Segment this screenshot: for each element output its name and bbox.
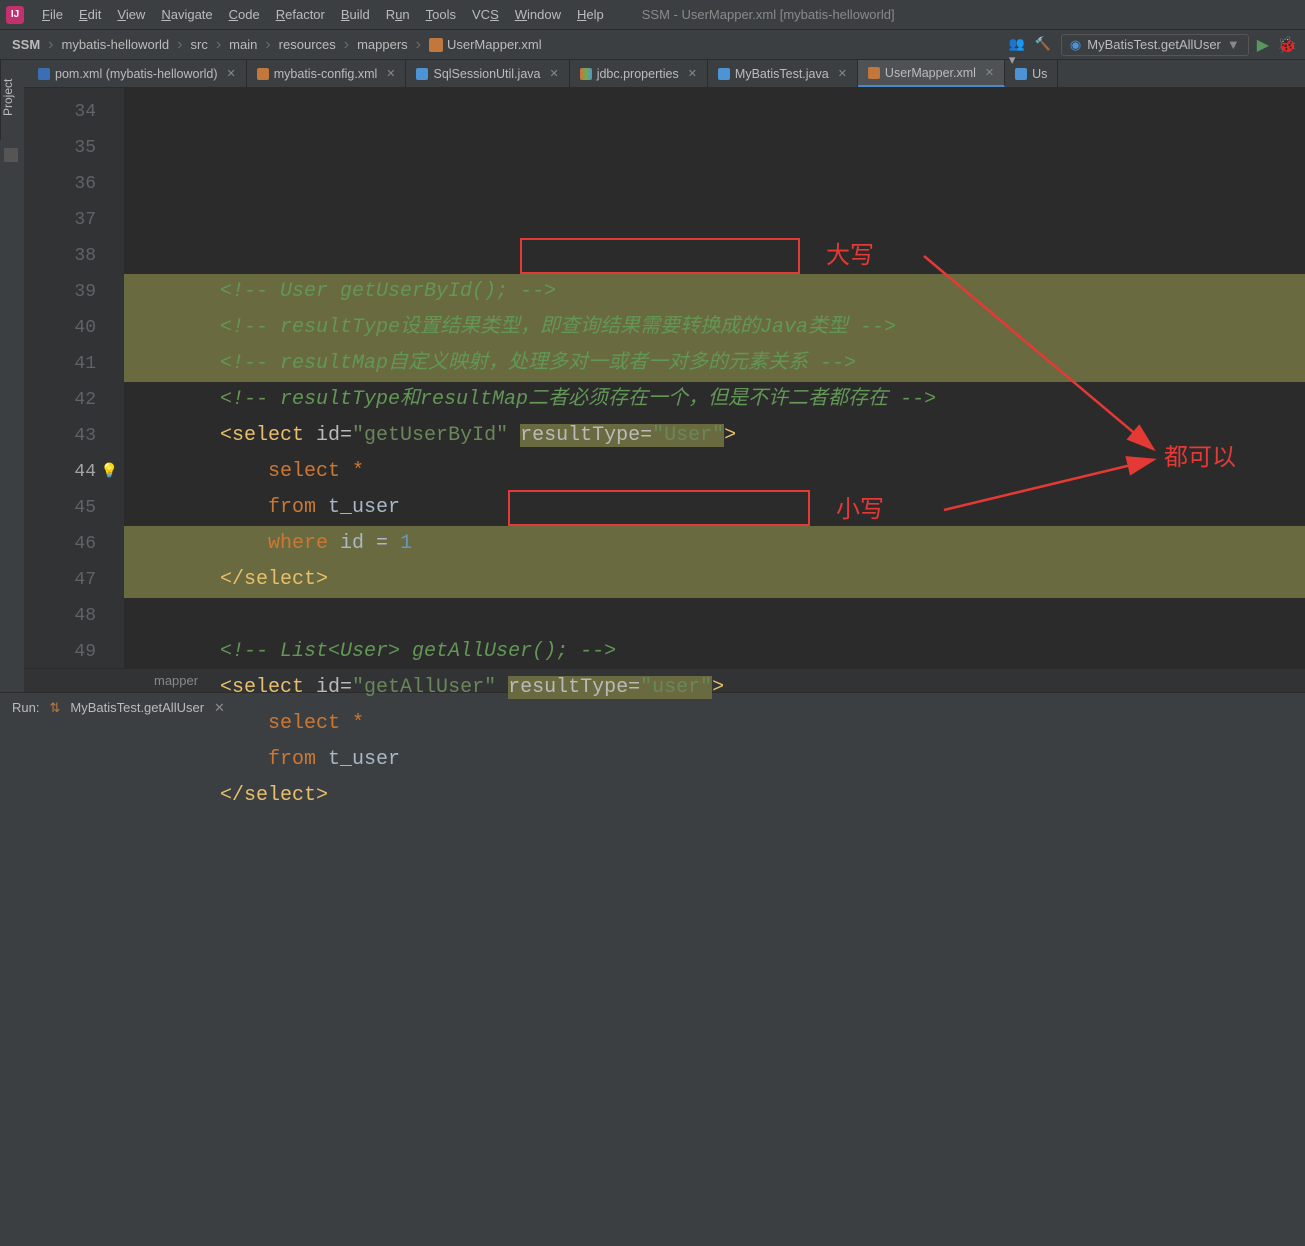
nav-bar: SSM › mybatis-helloworld › src › main › … (0, 30, 1305, 60)
run-button[interactable]: ▶ (1257, 35, 1269, 55)
line-number: 41 (24, 346, 96, 382)
code-line: select * (268, 712, 364, 735)
run-arrows-icon: ⇅ (49, 700, 60, 716)
chevron-down-icon: ▼ (1227, 37, 1240, 52)
tab-sqlsessionutil[interactable]: SqlSessionUtil.java✕ (406, 60, 569, 87)
class-icon: ◉ (1070, 37, 1081, 53)
properties-icon (580, 68, 592, 80)
close-icon[interactable]: ✕ (838, 67, 847, 80)
close-icon[interactable]: ✕ (985, 66, 994, 79)
menu-edit[interactable]: Edit (71, 7, 109, 22)
crumb-file[interactable]: UserMapper.xml (425, 37, 546, 52)
line-number: 49 (24, 634, 96, 670)
menu-navigate[interactable]: Navigate (153, 7, 220, 22)
code-line: from t_user (268, 748, 400, 771)
app-icon: IJ (6, 6, 24, 24)
code-area[interactable]: <!-- User getUserById(); --> <!-- result… (124, 88, 1305, 668)
tab-usermapper[interactable]: UserMapper.xml✕ (858, 60, 1005, 87)
crumb-src[interactable]: src (186, 37, 211, 52)
chevron-right-icon: › (412, 37, 425, 53)
line-number: 44 (24, 454, 96, 490)
line-number: 45 (24, 490, 96, 526)
code-line: <!-- List<User> getAllUser(); --> (220, 640, 616, 663)
code-line: <!-- resultType设置结果类型，即查询结果需要转换成的Java类型 … (220, 316, 896, 339)
chevron-right-icon: › (173, 37, 186, 53)
crumb-project[interactable]: SSM (8, 37, 44, 52)
xml-file-icon (868, 67, 880, 79)
xml-file-icon (257, 68, 269, 80)
line-number: 38 (24, 238, 96, 274)
intention-bulb-icon[interactable]: 💡 (101, 454, 118, 490)
code-line: where id = 1 (268, 532, 412, 555)
line-number: 36 (24, 166, 96, 202)
menu-view[interactable]: View (109, 7, 153, 22)
gutter: 34 35 36 37 38 39 40 41 42 43 44 45 46 4… (24, 88, 124, 668)
crumb-resources[interactable]: resources (275, 37, 340, 52)
line-number: 46 (24, 526, 96, 562)
line-number: 34 (24, 94, 96, 130)
editor-tabs: pom.xml (mybatis-helloworld)✕ mybatis-co… (0, 60, 1305, 88)
annotation-label-upper: 大写 (826, 238, 874, 274)
menu-build[interactable]: Build (333, 7, 378, 22)
line-number: 39 (24, 274, 96, 310)
menu-tools[interactable]: Tools (418, 7, 464, 22)
tab-mybatistest[interactable]: MyBatisTest.java✕ (708, 60, 858, 87)
run-configuration-selector[interactable]: ◉ MyBatisTest.getAllUser ▼ (1061, 34, 1249, 56)
line-number: 42 (24, 382, 96, 418)
class-icon (718, 68, 730, 80)
code-line: <select id="getUserById" resultType="Use… (220, 424, 736, 447)
line-number: 48 (24, 598, 96, 634)
tab-pom[interactable]: pom.xml (mybatis-helloworld)✕ (28, 60, 247, 87)
menu-refactor[interactable]: Refactor (268, 7, 333, 22)
annotation-box-upper (520, 238, 800, 274)
project-tool-window-tab[interactable]: Project (0, 60, 24, 140)
menu-run[interactable]: Run (378, 7, 418, 22)
code-line: </select> (220, 784, 328, 807)
line-number: 47 (24, 562, 96, 598)
tab-overflow[interactable]: Us (1005, 60, 1058, 87)
debug-button[interactable]: 🐞 (1277, 35, 1297, 55)
run-config-label: MyBatisTest.getAllUser (1087, 37, 1221, 52)
menu-bar: IJ File Edit View Navigate Code Refactor… (0, 0, 1305, 30)
crumb-mappers[interactable]: mappers (353, 37, 412, 52)
class-icon (1015, 68, 1027, 80)
chevron-right-icon: › (340, 37, 353, 53)
close-icon[interactable]: ✕ (549, 67, 558, 80)
chevron-right-icon: › (44, 37, 57, 53)
menu-vcs[interactable]: VCS (464, 7, 507, 22)
crumb-module[interactable]: mybatis-helloworld (58, 37, 174, 52)
menu-file[interactable]: File (34, 7, 71, 22)
code-line: <select id="getAllUser" resultType="user… (220, 676, 724, 699)
code-line: <!-- resultType和resultMap二者必须存在一个，但是不许二者… (220, 388, 936, 411)
maven-icon (38, 68, 50, 80)
editor-area[interactable]: 34 35 36 37 38 39 40 41 42 43 44 45 46 4… (24, 88, 1305, 668)
code-line: from t_user (268, 496, 400, 519)
window-title: SSM - UserMapper.xml [mybatis-helloworld… (642, 7, 895, 22)
run-label: Run: (12, 700, 39, 715)
side-stripe-icon (4, 148, 18, 162)
code-line: </select> (220, 568, 328, 591)
line-number: 43 (24, 418, 96, 454)
build-icon[interactable]: 🔨 (1035, 36, 1053, 54)
menu-help[interactable]: Help (569, 7, 612, 22)
line-number: 37 (24, 202, 96, 238)
code-with-me-icon[interactable]: 👥▾ (1009, 36, 1027, 54)
close-icon[interactable]: ✕ (386, 67, 395, 80)
tab-mybatis-config[interactable]: mybatis-config.xml✕ (247, 60, 407, 87)
line-number: 35 (24, 130, 96, 166)
xml-file-icon (429, 38, 443, 52)
tab-jdbc-properties[interactable]: jdbc.properties✕ (570, 60, 708, 87)
class-icon (416, 68, 428, 80)
code-line: <!-- User getUserById(); --> (220, 280, 556, 303)
chevron-right-icon: › (212, 37, 225, 53)
close-icon[interactable]: ✕ (227, 67, 236, 80)
menu-code[interactable]: Code (221, 7, 268, 22)
line-number: 40 (24, 310, 96, 346)
crumb-main[interactable]: main (225, 37, 261, 52)
chevron-right-icon: › (261, 37, 274, 53)
close-icon[interactable]: ✕ (688, 67, 697, 80)
menu-window[interactable]: Window (507, 7, 569, 22)
code-line: <!-- resultMap自定义映射，处理多对一或者一对多的元素关系 --> (220, 352, 856, 375)
code-line: select * (268, 460, 364, 483)
